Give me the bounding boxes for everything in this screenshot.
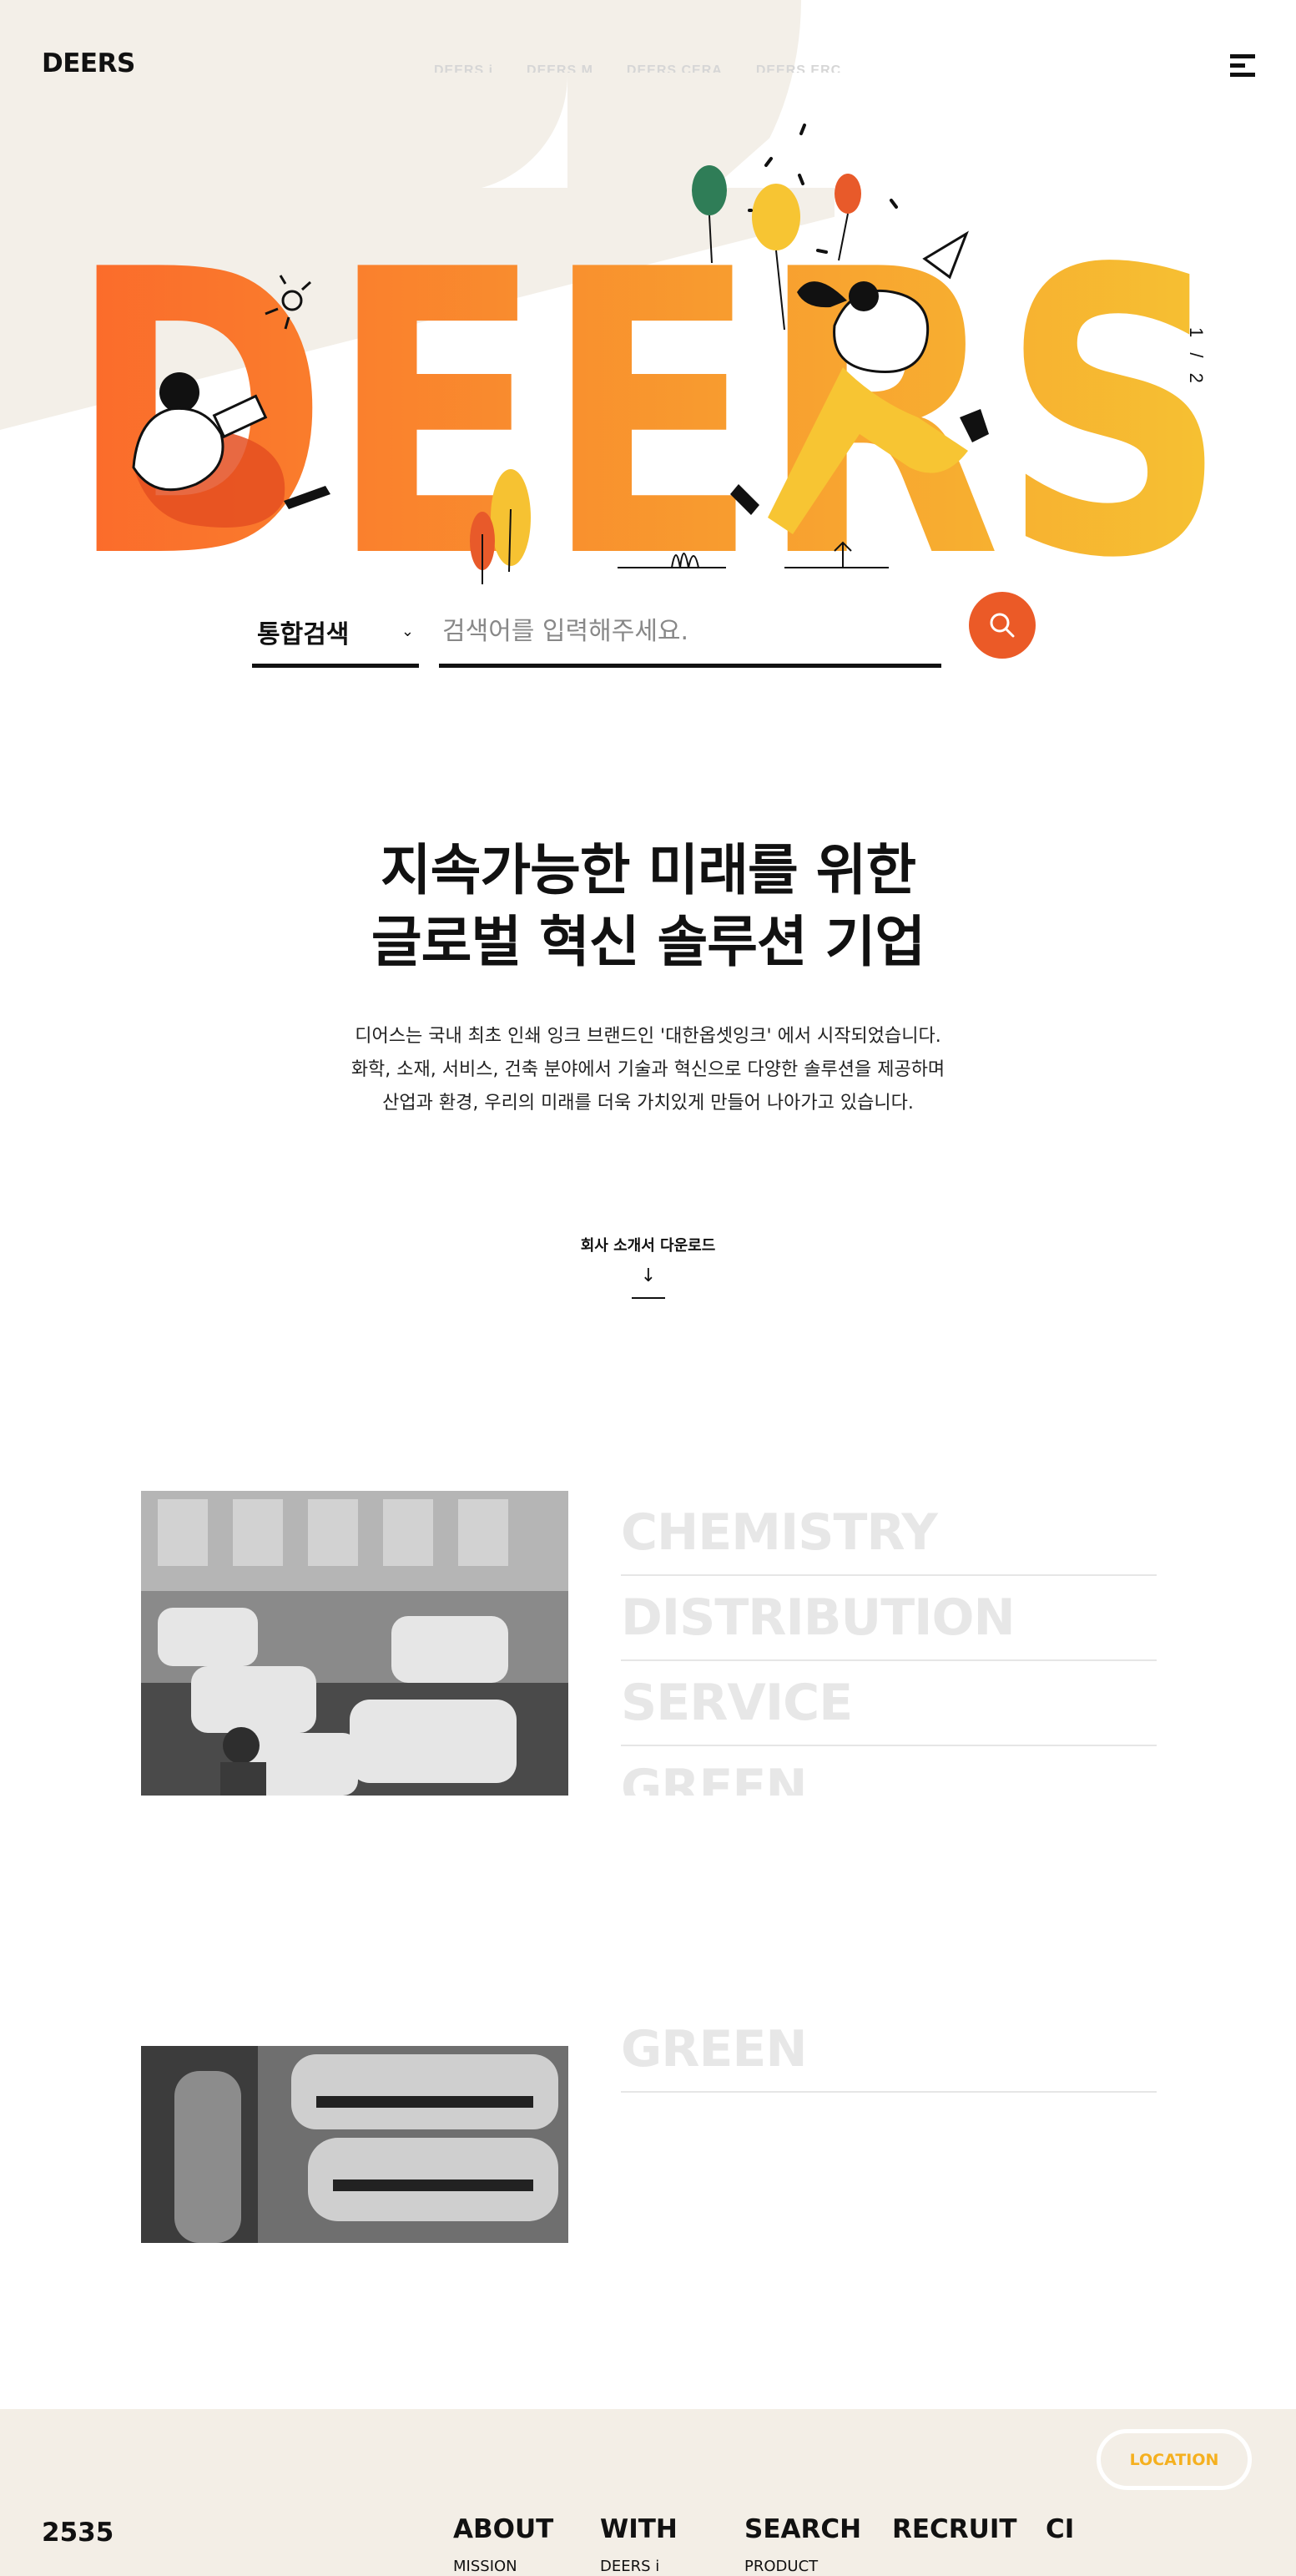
hero-pager: 1 / 2 [1186,327,1207,388]
download-arrow-icon[interactable]: ↓ [632,1265,665,1299]
footer-col-about: ABOUT MISSION [453,2514,553,2575]
search-category-label: 통합검색 [257,619,350,649]
footer-col-with: WITH DEERS i [600,2514,678,2575]
business-item-chemistry[interactable]: CHEMISTRY [621,1491,1157,1576]
footer-col-recruit: RECRUIT [892,2514,1017,2544]
footer-link-about[interactable]: ABOUT [453,2514,553,2544]
footer-col-ci: CI [1046,2514,1074,2544]
intro-headline: 지속가능한 미래를 위한 글로벌 혁신 솔루션 기업 [0,835,1296,978]
intro-headline-line-2: 글로벌 혁신 솔루션 기업 [371,910,925,974]
footer-link-ci[interactable]: CI [1046,2514,1074,2544]
site-logo[interactable]: DEERS [42,48,135,78]
footer-link-search[interactable]: SEARCH [744,2514,861,2544]
search-category-select[interactable]: 통합검색 ⌄ [252,599,419,668]
search-field-wrapper [439,599,941,668]
intro-text-line-3: 산업과 환경, 우리의 미래를 더욱 가치있게 만들어 나아가고 있습니다. [382,1093,914,1114]
business-list-continued: GREEN [621,2021,1157,2094]
factory-photo-1 [141,1491,568,1796]
footer-number: 2535 [42,2518,114,2548]
search-button[interactable] [969,592,1036,659]
nav-item-deers-cera[interactable]: DEERS CERA [627,63,723,73]
nav-item-deers-i[interactable]: DEERS i [434,63,493,73]
search-input[interactable] [439,599,941,664]
location-button[interactable]: LOCATION [1097,2429,1252,2490]
footer-link-deers-i[interactable]: DEERS i [600,2558,678,2575]
footer-link-with[interactable]: WITH [600,2514,678,2544]
factory-photo-2 [141,2046,568,2243]
business-list: CHEMISTRY DISTRIBUTION SERVICE GREEN [621,1491,1157,1796]
intro-text-line-2: 화학, 소재, 서비스, 건축 분야에서 기술과 혁신으로 다양한 솔루션을 제… [350,1059,946,1080]
intro-description: 디어스는 국내 최초 인쇄 잉크 브랜드인 '대한옵셋잉크' 에서 시작되었습니… [0,1020,1296,1120]
menu-icon[interactable] [1230,53,1255,78]
top-nav: DEERS i DEERS M DEERS CERA DEERS ERC [434,63,841,73]
footer-col-search: SEARCH PRODUCT [744,2514,861,2575]
search-icon [990,613,1015,638]
chevron-down-icon: ⌄ [401,623,414,640]
business-item-green[interactable]: GREEN [621,1746,1157,1796]
footer: 2535 ABOUT MISSION WITH DEERS i SEARCH P… [0,2409,1296,2576]
intro-text-line-1: 디어스는 국내 최초 인쇄 잉크 브랜드인 '대한옵셋잉크' 에서 시작되었습니… [355,1026,941,1047]
footer-link-mission[interactable]: MISSION [453,2558,553,2575]
business-item-green-continued[interactable]: GREEN [621,2021,1157,2093]
footer-link-product[interactable]: PRODUCT [744,2558,861,2575]
business-item-distribution[interactable]: DISTRIBUTION [621,1576,1157,1661]
intro-headline-line-1: 지속가능한 미래를 위한 [380,838,916,902]
nav-item-deers-m[interactable]: DEERS M [527,63,593,73]
business-item-service[interactable]: SERVICE [621,1661,1157,1746]
hero-illustration: DEERS [68,124,1228,584]
download-brochure-link[interactable]: 회사 소개서 다운로드 [0,1234,1296,1255]
nav-item-deers-erc[interactable]: DEERS ERC [756,63,841,73]
footer-link-recruit[interactable]: RECRUIT [892,2514,1017,2544]
